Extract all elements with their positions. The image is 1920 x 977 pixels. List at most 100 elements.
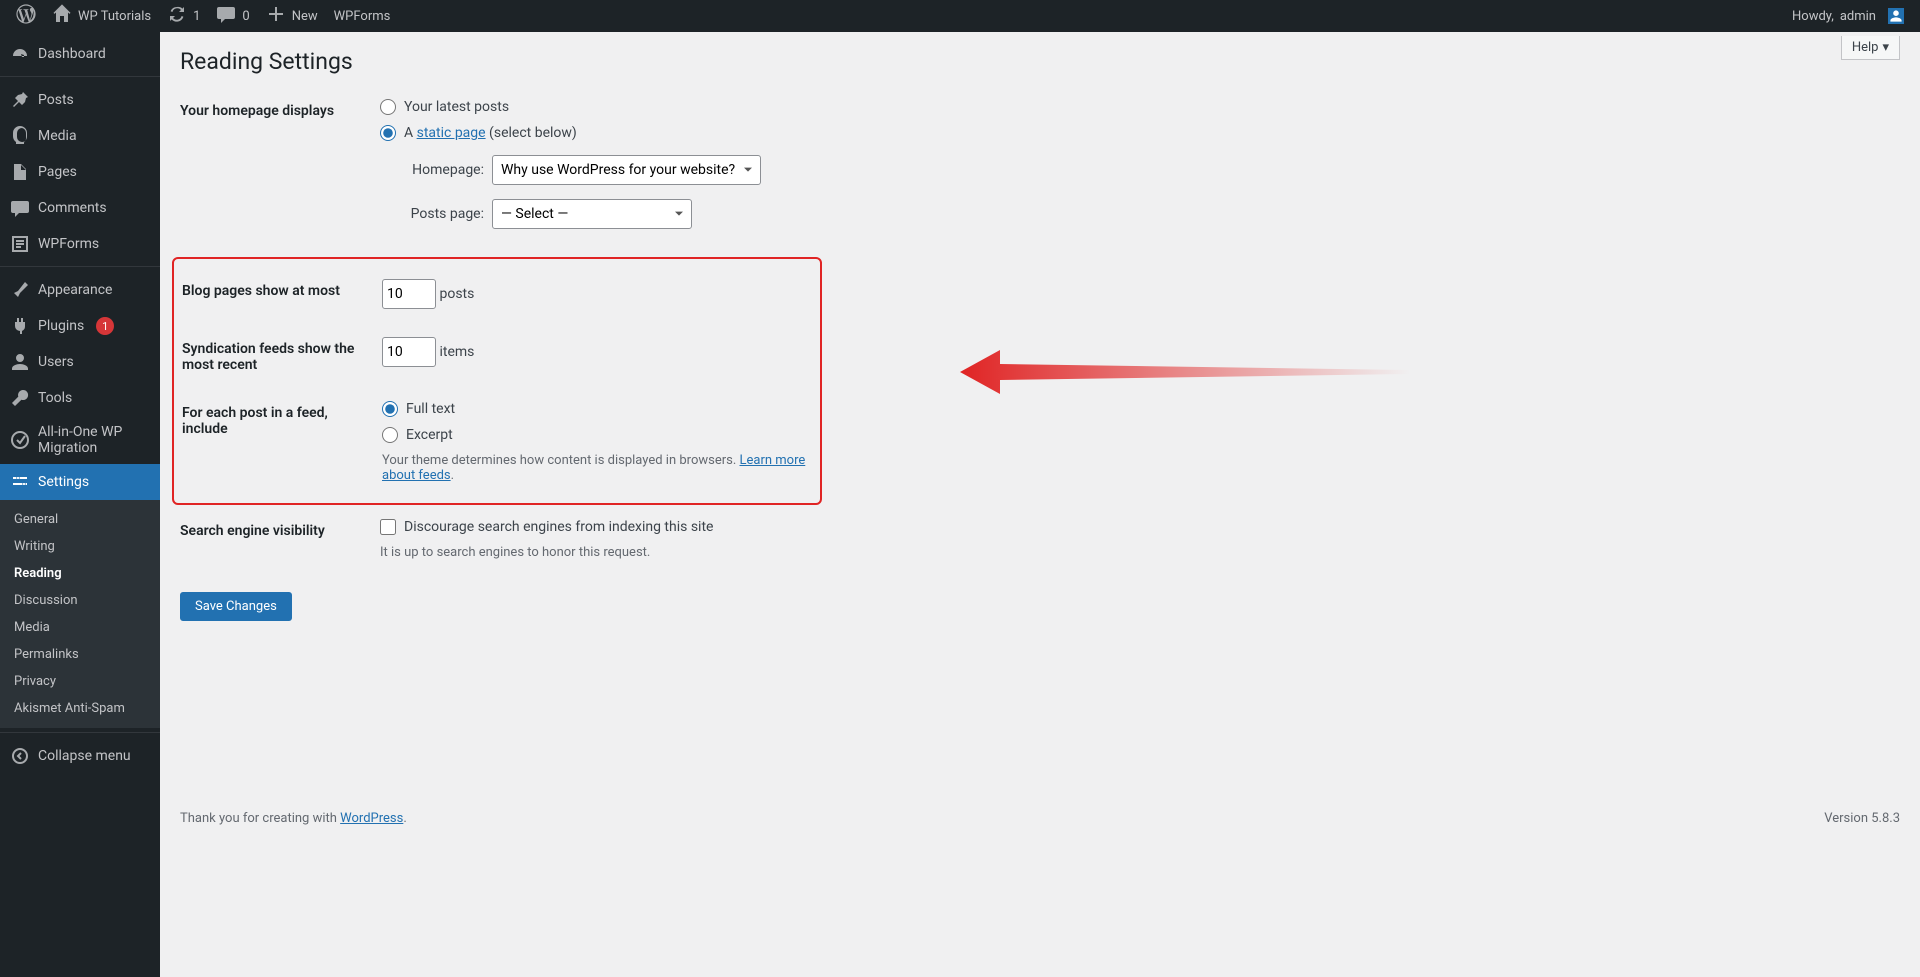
dashboard-icon: [10, 44, 30, 64]
sidebar-item-appearance[interactable]: Appearance: [0, 272, 160, 308]
submenu-media[interactable]: Media: [0, 614, 160, 641]
sidebar-item-label: Dashboard: [38, 46, 106, 62]
radio-full-text[interactable]: [382, 401, 398, 417]
sliders-icon: [10, 472, 30, 492]
collapse-label: Collapse menu: [38, 748, 131, 764]
pin-icon: [10, 90, 30, 110]
syndication-input[interactable]: [382, 337, 436, 367]
chevron-down-icon: ▾: [1882, 40, 1889, 55]
radio-excerpt[interactable]: [382, 427, 398, 443]
sidebar-item-dashboard[interactable]: Dashboard: [0, 36, 160, 72]
update-icon: [167, 4, 187, 28]
comments-count: 0: [242, 9, 249, 24]
submenu-privacy[interactable]: Privacy: [0, 668, 160, 695]
radio-latest-label[interactable]: Your latest posts: [404, 99, 509, 115]
radio-excerpt-label[interactable]: Excerpt: [406, 427, 453, 443]
version-text: Version 5.8.3: [1824, 811, 1900, 826]
syndication-label: Syndication feeds show the most recent: [182, 337, 382, 373]
plug-icon: [10, 316, 30, 336]
wpforms-link[interactable]: WPForms: [326, 0, 399, 32]
comments-icon: [216, 4, 236, 28]
comments-link[interactable]: 0: [208, 0, 257, 32]
submenu-permalinks[interactable]: Permalinks: [0, 641, 160, 668]
admin-footer: Thank you for creating with WordPress. V…: [180, 791, 1900, 826]
sidebar-item-label: All-in-One WP Migration: [38, 424, 150, 456]
my-account[interactable]: Howdy, admin: [1784, 0, 1912, 32]
radio-static-label[interactable]: A static page (select below): [404, 125, 577, 141]
search-visibility-checkbox[interactable]: [380, 519, 396, 535]
user-icon: [10, 352, 30, 372]
postspage-select[interactable]: — Select —: [492, 199, 692, 229]
wp-logo[interactable]: [8, 0, 44, 32]
sidebar-item-label: Posts: [38, 92, 74, 108]
media-icon: [10, 126, 30, 146]
submenu-reading[interactable]: Reading: [0, 560, 160, 587]
radio-latest-posts[interactable]: [380, 99, 396, 115]
sidebar-separator: [0, 72, 160, 77]
sidebar-item-pages[interactable]: Pages: [0, 154, 160, 190]
submenu-general[interactable]: General: [0, 506, 160, 533]
admin-sidebar: Dashboard Posts Media Pages Comments WPF…: [0, 32, 160, 977]
migration-icon: [10, 430, 30, 450]
sidebar-item-label: Appearance: [38, 282, 112, 298]
sidebar-item-plugins[interactable]: Plugins 1: [0, 308, 160, 344]
sidebar-item-label: Pages: [38, 164, 77, 180]
sidebar-item-label: Settings: [38, 474, 89, 490]
settings-submenu: General Writing Reading Discussion Media…: [0, 500, 160, 728]
collapse-icon: [10, 746, 30, 766]
page-icon: [10, 162, 30, 182]
sidebar-item-users[interactable]: Users: [0, 344, 160, 380]
search-visibility-option[interactable]: Discourage search engines from indexing …: [404, 519, 713, 535]
sidebar-item-wpforms[interactable]: WPForms: [0, 226, 160, 262]
sidebar-item-media[interactable]: Media: [0, 118, 160, 154]
submenu-discussion[interactable]: Discussion: [0, 587, 160, 614]
sidebar-item-settings[interactable]: Settings: [0, 464, 160, 500]
new-content-link[interactable]: New: [258, 0, 326, 32]
sidebar-item-comments[interactable]: Comments: [0, 190, 160, 226]
submenu-akismet[interactable]: Akismet Anti-Spam: [0, 695, 160, 722]
help-tab[interactable]: Help▾: [1841, 36, 1900, 60]
admin-toolbar: WP Tutorials 1 0 New WPForms Howdy, admi…: [0, 0, 1920, 32]
update-badge: 1: [96, 317, 114, 335]
sidebar-item-posts[interactable]: Posts: [0, 82, 160, 118]
save-changes-button[interactable]: Save Changes: [180, 592, 292, 621]
radio-static-page[interactable]: [380, 125, 396, 141]
homepage-displays-label: Your homepage displays: [180, 99, 380, 119]
help-label: Help: [1852, 40, 1879, 55]
sidebar-item-label: Media: [38, 128, 77, 144]
homepage-select[interactable]: Why use WordPress for your website?: [492, 155, 761, 185]
page-title: Reading Settings: [180, 32, 1900, 85]
sidebar-separator: [0, 262, 160, 267]
sidebar-item-label: Plugins: [38, 318, 84, 334]
sidebar-item-migration[interactable]: All-in-One WP Migration: [0, 416, 160, 464]
submenu-writing[interactable]: Writing: [0, 533, 160, 560]
form-icon: [10, 234, 30, 254]
site-name-label: WP Tutorials: [78, 9, 151, 24]
username: admin: [1840, 9, 1876, 24]
sidebar-item-label: Comments: [38, 200, 107, 216]
feed-description: Your theme determines how content is dis…: [382, 453, 820, 483]
feed-include-label: For each post in a feed, include: [182, 401, 382, 437]
highlighted-section: Blog pages show at most posts Syndicatio…: [172, 257, 822, 505]
search-visibility-label: Search engine visibility: [180, 519, 380, 539]
site-name-link[interactable]: WP Tutorials: [44, 0, 159, 32]
plus-icon: [266, 4, 286, 28]
comment-icon: [10, 198, 30, 218]
blog-pages-suffix: posts: [439, 286, 474, 302]
wordpress-icon: [16, 4, 36, 28]
static-page-link[interactable]: static page: [417, 125, 486, 141]
new-label: New: [292, 9, 318, 24]
collapse-menu[interactable]: Collapse menu: [0, 738, 160, 774]
brush-icon: [10, 280, 30, 300]
blog-pages-input[interactable]: [382, 279, 436, 309]
howdy-prefix: Howdy,: [1792, 9, 1834, 24]
updates-count: 1: [193, 9, 200, 24]
wrench-icon: [10, 388, 30, 408]
blog-pages-label: Blog pages show at most: [182, 279, 382, 299]
wordpress-link[interactable]: WordPress: [340, 811, 403, 826]
radio-full-label[interactable]: Full text: [406, 401, 455, 417]
sidebar-separator: [0, 728, 160, 733]
sidebar-item-tools[interactable]: Tools: [0, 380, 160, 416]
updates-link[interactable]: 1: [159, 0, 208, 32]
sidebar-item-label: Users: [38, 354, 74, 370]
